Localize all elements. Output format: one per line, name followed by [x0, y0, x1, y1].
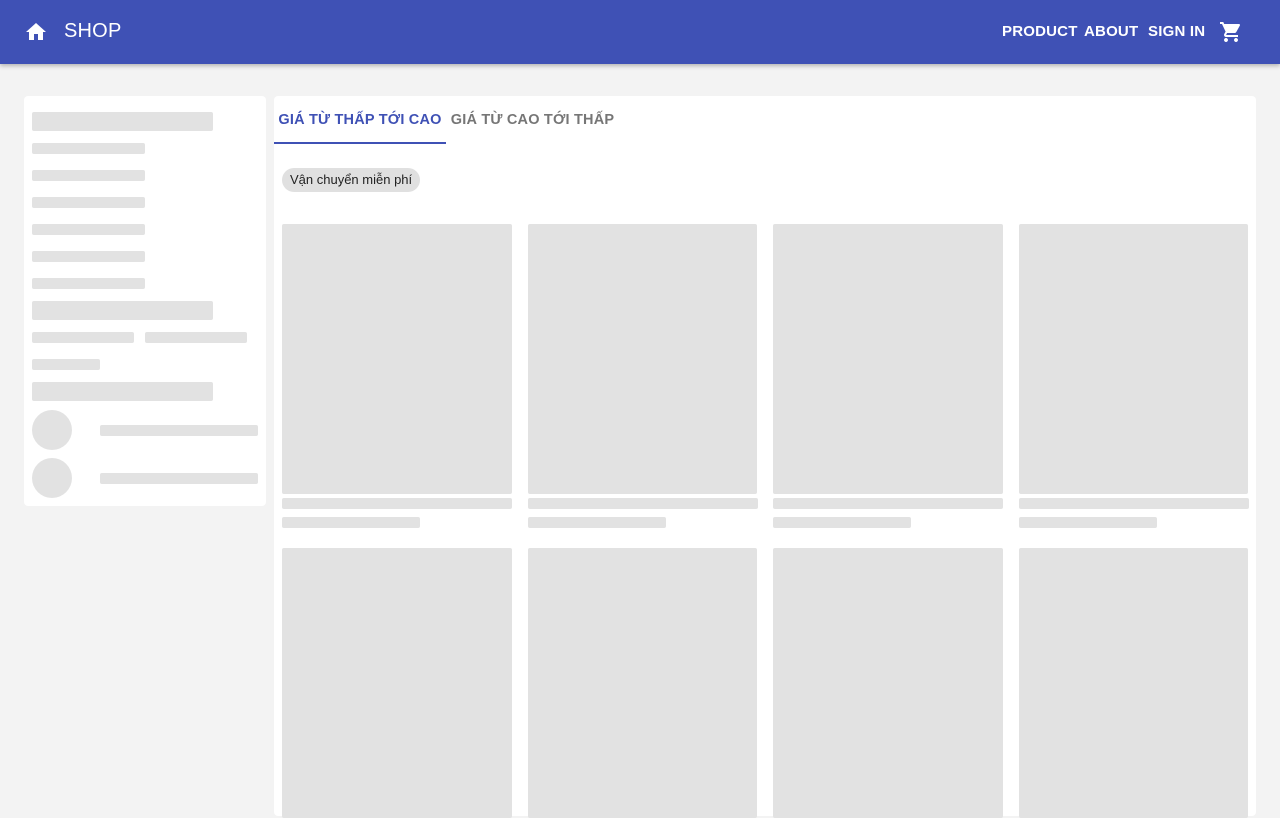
product-price-skeleton — [282, 517, 420, 528]
product-card-image-skeleton — [282, 224, 512, 494]
skeleton-line — [32, 251, 145, 262]
filter-sidebar — [24, 96, 266, 506]
skeleton-heading — [32, 301, 213, 320]
cart-button[interactable] — [1219, 20, 1243, 44]
product-card-image-skeleton — [528, 224, 757, 494]
skeleton-line — [145, 332, 247, 343]
app-bar: SHOP PRODUCT ABOUT SIGN IN — [0, 0, 1280, 64]
product-card-image-skeleton — [773, 224, 1003, 494]
skeleton-line — [100, 473, 258, 484]
product-title-skeleton — [773, 498, 1003, 509]
skeleton-avatar — [32, 410, 72, 450]
product-card-image-skeleton — [773, 548, 1003, 818]
nav-about[interactable]: ABOUT — [1084, 23, 1138, 40]
product-price-skeleton — [1019, 517, 1157, 528]
skeleton-line — [32, 224, 145, 235]
product-price-skeleton — [773, 517, 911, 528]
product-title-skeleton — [1019, 498, 1249, 509]
product-title-skeleton — [282, 498, 512, 509]
shopping-cart-icon — [1220, 22, 1241, 42]
nav-product[interactable]: PRODUCT — [1002, 23, 1078, 40]
free-shipping-chip[interactable]: Vận chuyển miễn phí — [282, 168, 421, 192]
tab-price-low-to-high[interactable]: GIÁ TỪ THẤP TỚI CAO — [274, 96, 446, 144]
skeleton-heading — [32, 112, 213, 131]
home-icon — [26, 23, 46, 40]
skeleton-avatar — [32, 458, 72, 498]
product-card-image-skeleton — [1019, 548, 1248, 818]
product-panel: GIÁ TỪ THẤP TỚI CAO GIÁ TỪ CAO TỚI THẤP … — [274, 96, 1256, 818]
product-card-image-skeleton — [528, 548, 757, 818]
nav-sign-in[interactable]: SIGN IN — [1148, 23, 1205, 40]
product-card-image-skeleton — [282, 548, 512, 818]
skeleton-heading — [32, 382, 213, 401]
home-button[interactable] — [24, 20, 48, 44]
product-price-skeleton — [528, 517, 666, 528]
product-card-image-skeleton — [1019, 224, 1248, 494]
skeleton-line — [32, 332, 134, 343]
tab-price-high-to-low[interactable]: GIÁ TỪ CAO TỚI THẤP — [446, 96, 619, 144]
skeleton-line — [32, 170, 145, 181]
skeleton-line — [32, 197, 145, 208]
skeleton-line — [32, 359, 100, 370]
brand-title[interactable]: SHOP — [64, 20, 121, 43]
product-title-skeleton — [528, 498, 758, 509]
skeleton-line — [32, 278, 145, 289]
skeleton-line — [32, 143, 145, 154]
skeleton-line — [100, 425, 258, 436]
